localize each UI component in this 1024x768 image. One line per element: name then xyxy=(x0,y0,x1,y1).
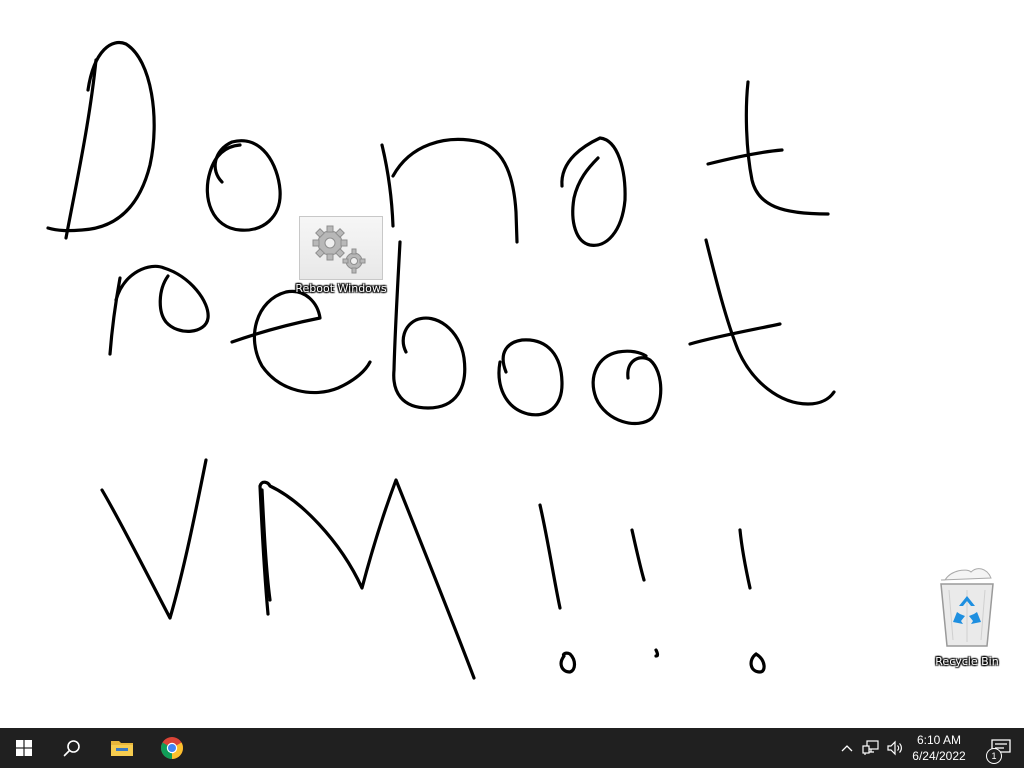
taskbar: 6:10 AM 6/24/2022 1 xyxy=(0,728,1024,768)
notification-count-badge: 1 xyxy=(986,748,1002,764)
reboot-windows-shortcut[interactable]: Reboot Windows xyxy=(295,216,387,295)
search-button[interactable] xyxy=(48,728,96,768)
chrome-icon xyxy=(161,737,183,759)
gears-icon xyxy=(299,216,383,280)
taskbar-clock[interactable]: 6:10 AM 6/24/2022 xyxy=(906,728,972,768)
network-icon xyxy=(862,740,879,755)
folder-icon xyxy=(111,741,133,756)
desktop[interactable] xyxy=(0,0,1024,728)
chrome-button[interactable] xyxy=(148,728,196,768)
reboot-windows-label: Reboot Windows xyxy=(295,282,387,295)
clock-time: 6:10 AM xyxy=(916,733,962,747)
network-button[interactable] xyxy=(860,728,882,768)
show-hidden-icons-button[interactable] xyxy=(838,728,856,768)
action-center-button[interactable] xyxy=(978,728,1024,768)
clock-date: 6/24/2022 xyxy=(912,749,966,763)
volume-button[interactable] xyxy=(884,728,906,768)
recycle-bin-label: Recycle Bin xyxy=(935,655,999,668)
start-button[interactable] xyxy=(0,728,48,768)
file-explorer-button[interactable] xyxy=(98,728,146,768)
recycle-bin-shortcut[interactable]: Recycle Bin xyxy=(921,566,1013,668)
volume-icon xyxy=(887,740,902,756)
chevron-up-icon xyxy=(841,745,853,752)
search-icon xyxy=(63,740,80,757)
windows-logo-icon xyxy=(16,740,32,756)
recycle-bin-icon xyxy=(940,568,994,647)
